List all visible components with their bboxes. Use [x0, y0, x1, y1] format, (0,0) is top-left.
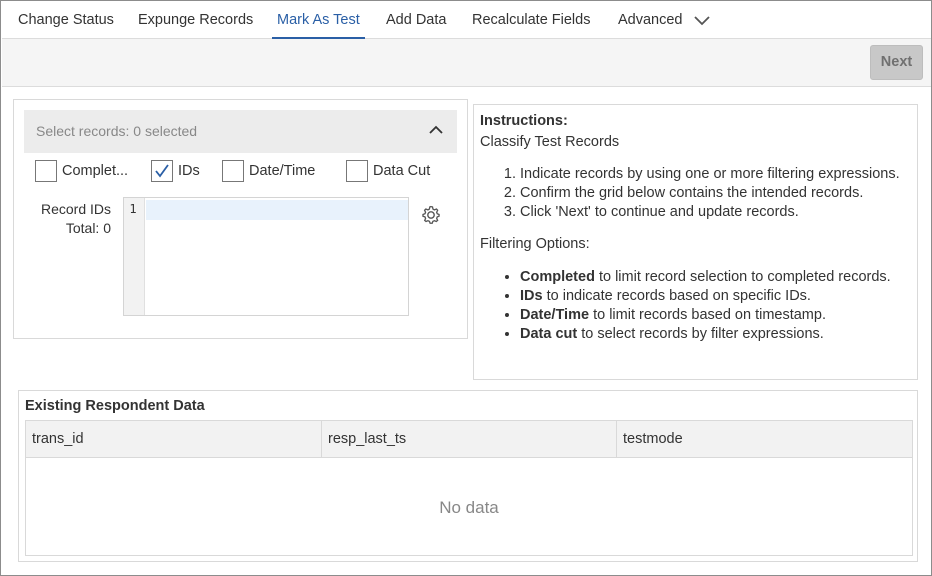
datacut-label: Data Cut — [373, 163, 431, 179]
instructions-steps: Indicate records by using one or more fi… — [480, 165, 911, 222]
record-selection-panel: Select records: 0 selected Complet... ID… — [13, 99, 468, 339]
datetime-checkbox[interactable] — [222, 160, 244, 182]
column-header-trans-id[interactable]: trans_id — [26, 421, 322, 458]
filter-option-term: Data cut — [520, 326, 578, 342]
filter-option-term: Date/Time — [520, 307, 590, 323]
filter-option-desc: to limit records based on timestamp. — [589, 307, 826, 323]
tab-bar: Change Status Expunge Records Mark As Te… — [2, 2, 931, 39]
filtering-options-list: Completed to limit record selection to c… — [480, 268, 911, 344]
completed-checkbox[interactable] — [35, 160, 57, 182]
tab-advanced[interactable]: Advanced — [618, 2, 683, 39]
next-button[interactable]: Next — [870, 45, 923, 80]
grid-header: trans_id resp_last_ts testmode — [26, 421, 912, 458]
instruction-step: Indicate records by using one or more fi… — [520, 165, 911, 184]
toolbar: Next — [2, 39, 931, 87]
select-records-label: Select records: 0 selected — [36, 123, 198, 139]
chevron-up-icon[interactable] — [429, 125, 443, 135]
existing-data-title: Existing Respondent Data — [25, 398, 205, 414]
record-ids-title: Record IDs — [40, 201, 111, 217]
tab-change-status[interactable]: Change Status — [18, 2, 114, 39]
ids-label: IDs — [178, 163, 200, 179]
tab-add-data[interactable]: Add Data — [386, 2, 446, 39]
filter-option-term: IDs — [520, 288, 543, 304]
chevron-down-icon[interactable] — [692, 13, 712, 29]
column-header-testmode[interactable]: testmode — [617, 421, 912, 458]
datacut-checkbox[interactable] — [346, 160, 368, 182]
filter-option-item: Data cut to select records by filter exp… — [520, 325, 911, 344]
instructions-subtitle: Classify Test Records — [480, 134, 620, 150]
filter-option-item: IDs to indicate records based on specifi… — [520, 287, 911, 306]
datetime-label: Date/Time — [249, 163, 316, 179]
filter-option-desc: to select records by filter expressions. — [577, 326, 824, 342]
respondent-data-grid: trans_id resp_last_ts testmode No data — [25, 420, 913, 556]
instruction-step: Click 'Next' to continue and update reco… — [520, 203, 911, 222]
editor-active-line — [146, 200, 408, 220]
filter-option-item: Completed to limit record selection to c… — [520, 268, 911, 287]
line-number: 1 — [129, 202, 137, 216]
editor-gutter: 1 — [124, 198, 145, 315]
tab-recalculate-fields[interactable]: Recalculate Fields — [472, 2, 590, 39]
no-data-message: No data — [439, 498, 499, 517]
record-ids-editor[interactable]: 1 — [123, 197, 409, 316]
filter-option-item: Date/Time to limit records based on time… — [520, 306, 911, 325]
instruction-step: Confirm the grid below contains the inte… — [520, 184, 911, 203]
ids-checkbox[interactable] — [151, 160, 173, 182]
completed-label: Complet... — [62, 163, 129, 179]
existing-respondent-data-panel: Existing Respondent Data trans_id resp_l… — [18, 390, 918, 562]
checkmark-icon — [155, 164, 169, 178]
tab-mark-as-test[interactable]: Mark As Test — [272, 2, 365, 39]
instructions-panel: Instructions: Classify Test Records Indi… — [473, 104, 918, 380]
instructions-heading: Instructions: — [480, 113, 568, 129]
select-records-header[interactable]: Select records: 0 selected — [24, 110, 457, 153]
record-ids-total: Total: 0 — [65, 220, 111, 236]
filter-option-desc: to indicate records based on specific ID… — [542, 288, 811, 304]
filtering-options-heading: Filtering Options: — [480, 236, 590, 252]
filter-option-desc: to limit record selection to completed r… — [594, 269, 891, 285]
gear-icon[interactable] — [421, 205, 441, 225]
window-frame: Change Status Expunge Records Mark As Te… — [0, 0, 932, 576]
tab-expunge-records[interactable]: Expunge Records — [138, 2, 253, 39]
column-header-resp-last-ts[interactable]: resp_last_ts — [322, 421, 617, 458]
record-ids-label: Record IDs Total: 0 — [29, 200, 111, 238]
filter-option-term: Completed — [520, 269, 595, 285]
